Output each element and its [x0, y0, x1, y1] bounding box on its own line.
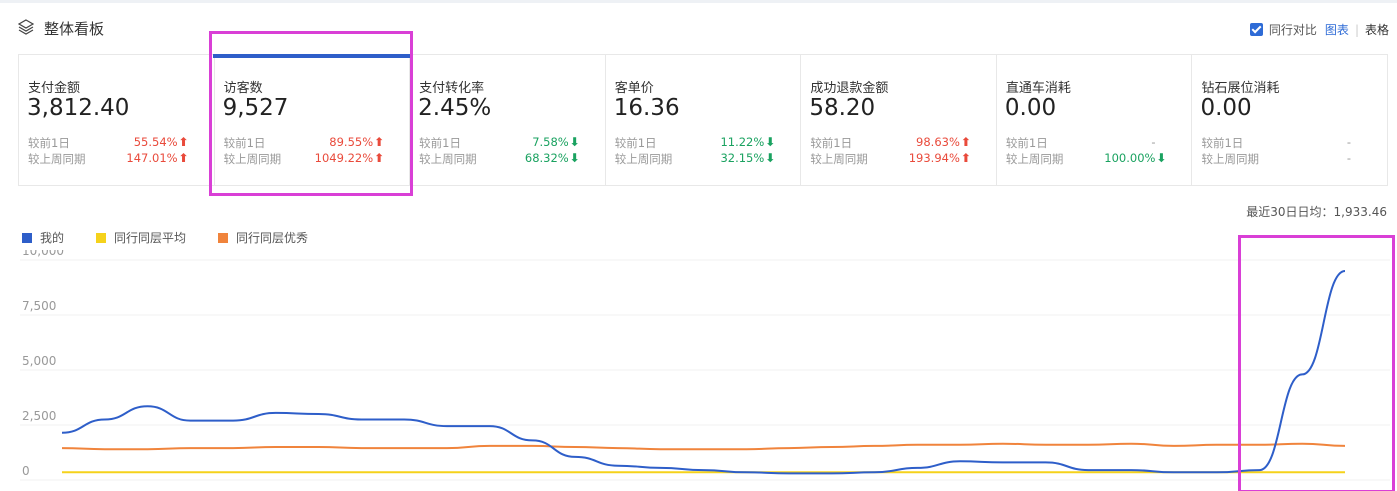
compare-value: 147.01% [126, 151, 178, 165]
compare-value: - [1346, 135, 1352, 149]
compare-value: 98.63% [916, 135, 960, 149]
metric-card-refund-amount[interactable]: 成功退款金额 58.20 较前1日 98.63% ⬆ 较上周同期 193.94% … [801, 55, 997, 185]
y-tick-label: 0 [22, 464, 30, 478]
metric-compare-row: 较前1日 - [1201, 135, 1387, 150]
compare-value: 68.32% [524, 151, 569, 165]
legend-item-peer-excellent[interactable]: 同行同层优秀 [218, 229, 308, 246]
metric-label: 钻石展位消耗 [1201, 81, 1280, 96]
compare-value: 193.94% [908, 151, 960, 165]
legend-item-mine[interactable]: 我的 [22, 229, 64, 246]
metric-compare-row: 较上周同期 193.94% ⬆ [810, 151, 996, 166]
legend-label-mine: 我的 [40, 231, 65, 245]
y-tick-label: 7,500 [22, 299, 56, 313]
compare-label: 较上周同期 [419, 152, 477, 166]
legend-swatch-mine [22, 232, 32, 243]
compare-label: 较前1日 [1005, 136, 1048, 150]
metric-label: 支付金额 [28, 81, 81, 96]
view-separator: | [1354, 22, 1359, 37]
top-divider [0, 0, 1397, 3]
arrow-down-icon: ⬇ [1156, 151, 1167, 165]
compare-value: 11.22% [720, 135, 765, 149]
metric-compare-row: 较前1日 7.58% ⬇ [419, 135, 605, 150]
arrow-up-icon: ⬆ [178, 151, 189, 165]
metric-compare-row: 较上周同期 147.01% ⬆ [28, 151, 214, 166]
legend-swatch-peer-excellent [218, 232, 229, 243]
view-controls: 同行对比 图表 | 表格 [1249, 21, 1389, 38]
compare-label: 较上周同期 [1201, 152, 1259, 166]
arrow-down-icon: ⬇ [569, 135, 580, 149]
compare-label: 较前1日 [1201, 136, 1244, 150]
compare-value: 55.54% [133, 135, 178, 149]
visitor-trend-chart: 10,000 7,500 5,000 2,500 0 [20, 250, 1390, 481]
metric-label: 支付转化率 [419, 81, 485, 96]
arrow-down-icon: ⬇ [569, 151, 580, 165]
compare-checkbox[interactable] [1249, 23, 1263, 36]
metric-label: 直通车消耗 [1005, 81, 1071, 96]
arrow-up-icon: ⬆ [178, 135, 189, 149]
legend-swatch-peer-average [96, 232, 107, 243]
series-line-peer-excellent [61, 442, 1346, 451]
compare-label: 较上周同期 [1005, 152, 1064, 166]
compare-value: - [1151, 135, 1156, 149]
metric-compare-row: 较前1日 - [1005, 135, 1192, 150]
y-tick-label: 5,000 [22, 354, 56, 368]
metric-label: 客单价 [614, 81, 654, 96]
highlight-box-visitors [209, 31, 413, 196]
compare-label: 较前1日 [810, 136, 853, 150]
y-tick-label: 10,000 [22, 250, 64, 258]
compare-value: 7.58% [532, 135, 569, 149]
metric-value: 0.00 [1200, 95, 1252, 121]
legend-label-peer-average: 同行同层平均 [114, 231, 187, 245]
metric-compare-row: 较上周同期 68.32% ⬇ [419, 151, 605, 166]
chart-legend: 我的 同行同层平均 同行同层优秀 [22, 229, 340, 246]
compare-label[interactable]: 同行对比 [1269, 21, 1317, 38]
metric-card-pay-conversion[interactable]: 支付转化率 2.45% 较前1日 7.58% ⬇ 较上周同期 68.32% ⬇ [410, 55, 606, 185]
thirty-day-average: 最近30日日均：1,933.46 [1246, 205, 1387, 219]
compare-label: 较上周同期 [28, 152, 86, 166]
metric-value: 0.00 [1004, 95, 1057, 121]
metric-compare-row: 较上周同期 100.00% ⬇ [1005, 151, 1192, 166]
metric-compare-row: 较上周同期 32.15% ⬇ [614, 151, 801, 166]
metric-card-zszw-spend[interactable]: 钻石展位消耗 0.00 较前1日 - 较上周同期 - [1192, 55, 1387, 185]
metric-card-ztc-spend[interactable]: 直通车消耗 0.00 较前1日 - 较上周同期 100.00% ⬇ [997, 55, 1193, 185]
compare-label: 较前1日 [419, 136, 461, 150]
arrow-down-icon: ⬇ [765, 135, 776, 149]
metric-compare-row: 较前1日 11.22% ⬇ [614, 135, 801, 150]
y-tick-label: 2,500 [22, 409, 56, 423]
metric-value: 58.20 [809, 95, 876, 121]
series-line-mine [61, 270, 1346, 475]
arrow-up-icon: ⬆ [960, 135, 971, 149]
compare-value: - [1346, 151, 1352, 165]
arrow-up-icon: ⬆ [960, 151, 971, 165]
table-view-link[interactable]: 表格 [1365, 21, 1389, 38]
metric-compare-row: 较前1日 55.54% ⬆ [28, 135, 214, 150]
compare-value: 100.00% [1104, 151, 1156, 165]
compare-value: 32.15% [720, 151, 765, 165]
compare-label: 较前1日 [28, 136, 70, 150]
metric-compare-row: 较上周同期 - [1201, 151, 1387, 166]
legend-item-peer-average[interactable]: 同行同层平均 [96, 229, 186, 246]
arrow-down-icon: ⬇ [765, 151, 776, 165]
layers-icon [18, 19, 34, 35]
chart-view-link[interactable]: 图表 [1325, 21, 1349, 38]
compare-label: 较上周同期 [614, 152, 673, 166]
page-title: 整体看板 [44, 20, 105, 38]
metric-card-pay-amount[interactable]: 支付金额 3,812.40 较前1日 55.54% ⬆ 较上周同期 147.01%… [19, 55, 215, 185]
metric-card-avg-order-value[interactable]: 客单价 16.36 较前1日 11.22% ⬇ 较上周同期 32.15% ⬇ [606, 55, 802, 185]
compare-label: 较上周同期 [810, 152, 868, 166]
metric-label: 成功退款金额 [810, 81, 889, 96]
metric-value: 3,812.40 [27, 95, 130, 121]
metric-compare-row: 较前1日 98.63% ⬆ [810, 135, 996, 150]
highlight-box-recent-spike [1238, 235, 1395, 491]
metric-value: 2.45% [418, 95, 492, 121]
compare-label: 较前1日 [614, 136, 657, 150]
metric-value: 16.36 [613, 95, 680, 121]
legend-label-peer-excellent: 同行同层优秀 [236, 231, 309, 245]
